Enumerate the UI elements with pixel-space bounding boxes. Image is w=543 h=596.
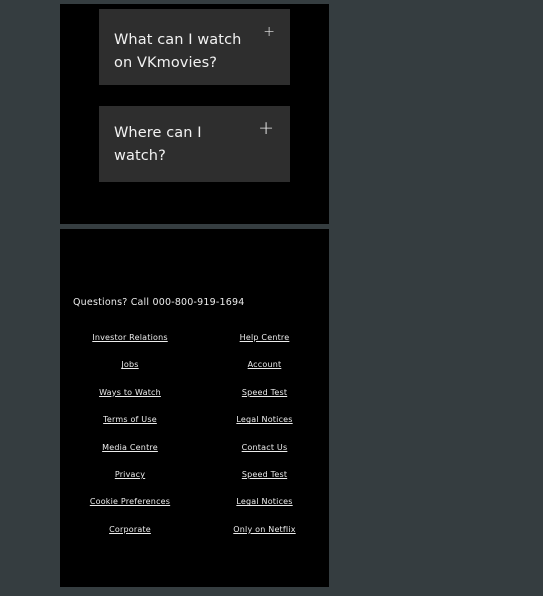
footer-contact-phone: Questions? Call 000-800-919-1694 — [73, 297, 245, 308]
plus-icon[interactable]: + — [258, 119, 274, 138]
faq-question: Where can I watch? — [114, 125, 202, 164]
footer-link-media-centre[interactable]: Media Centre — [60, 443, 200, 470]
footer-link-speed-test[interactable]: Speed Test — [200, 388, 329, 415]
footer-link-corporate[interactable]: Corporate — [60, 525, 200, 552]
faq-section: What can I watch on VKmovies? + Where ca… — [60, 4, 329, 224]
footer-link-privacy[interactable]: Privacy — [60, 470, 200, 497]
footer: Questions? Call 000-800-919-1694 Investo… — [60, 229, 329, 587]
footer-link-legal-notices-2[interactable]: Legal Notices — [200, 497, 329, 524]
faq-question: What can I watch on VKmovies? — [114, 32, 242, 71]
footer-link-contact-us[interactable]: Contact Us — [200, 443, 329, 470]
footer-link-cookie-preferences[interactable]: Cookie Preferences — [60, 497, 200, 524]
footer-link-help-centre[interactable]: Help Centre — [200, 333, 329, 360]
footer-link-only-on-netflix[interactable]: Only on Netflix — [200, 525, 329, 552]
footer-link-speed-test-2[interactable]: Speed Test — [200, 470, 329, 497]
footer-links: Investor Relations Help Centre Jobs Acco… — [60, 333, 329, 552]
footer-link-terms-of-use[interactable]: Terms of Use — [60, 415, 200, 442]
faq-item-what-can-i-watch[interactable]: What can I watch on VKmovies? + — [99, 9, 290, 85]
footer-link-investor-relations[interactable]: Investor Relations — [60, 333, 200, 360]
footer-link-jobs[interactable]: Jobs — [60, 360, 200, 387]
plus-icon[interactable]: + — [263, 25, 275, 39]
footer-link-account[interactable]: Account — [200, 360, 329, 387]
footer-link-ways-to-watch[interactable]: Ways to Watch — [60, 388, 200, 415]
footer-link-legal-notices[interactable]: Legal Notices — [200, 415, 329, 442]
faq-item-where-can-i-watch[interactable]: Where can I watch? + — [99, 106, 290, 182]
